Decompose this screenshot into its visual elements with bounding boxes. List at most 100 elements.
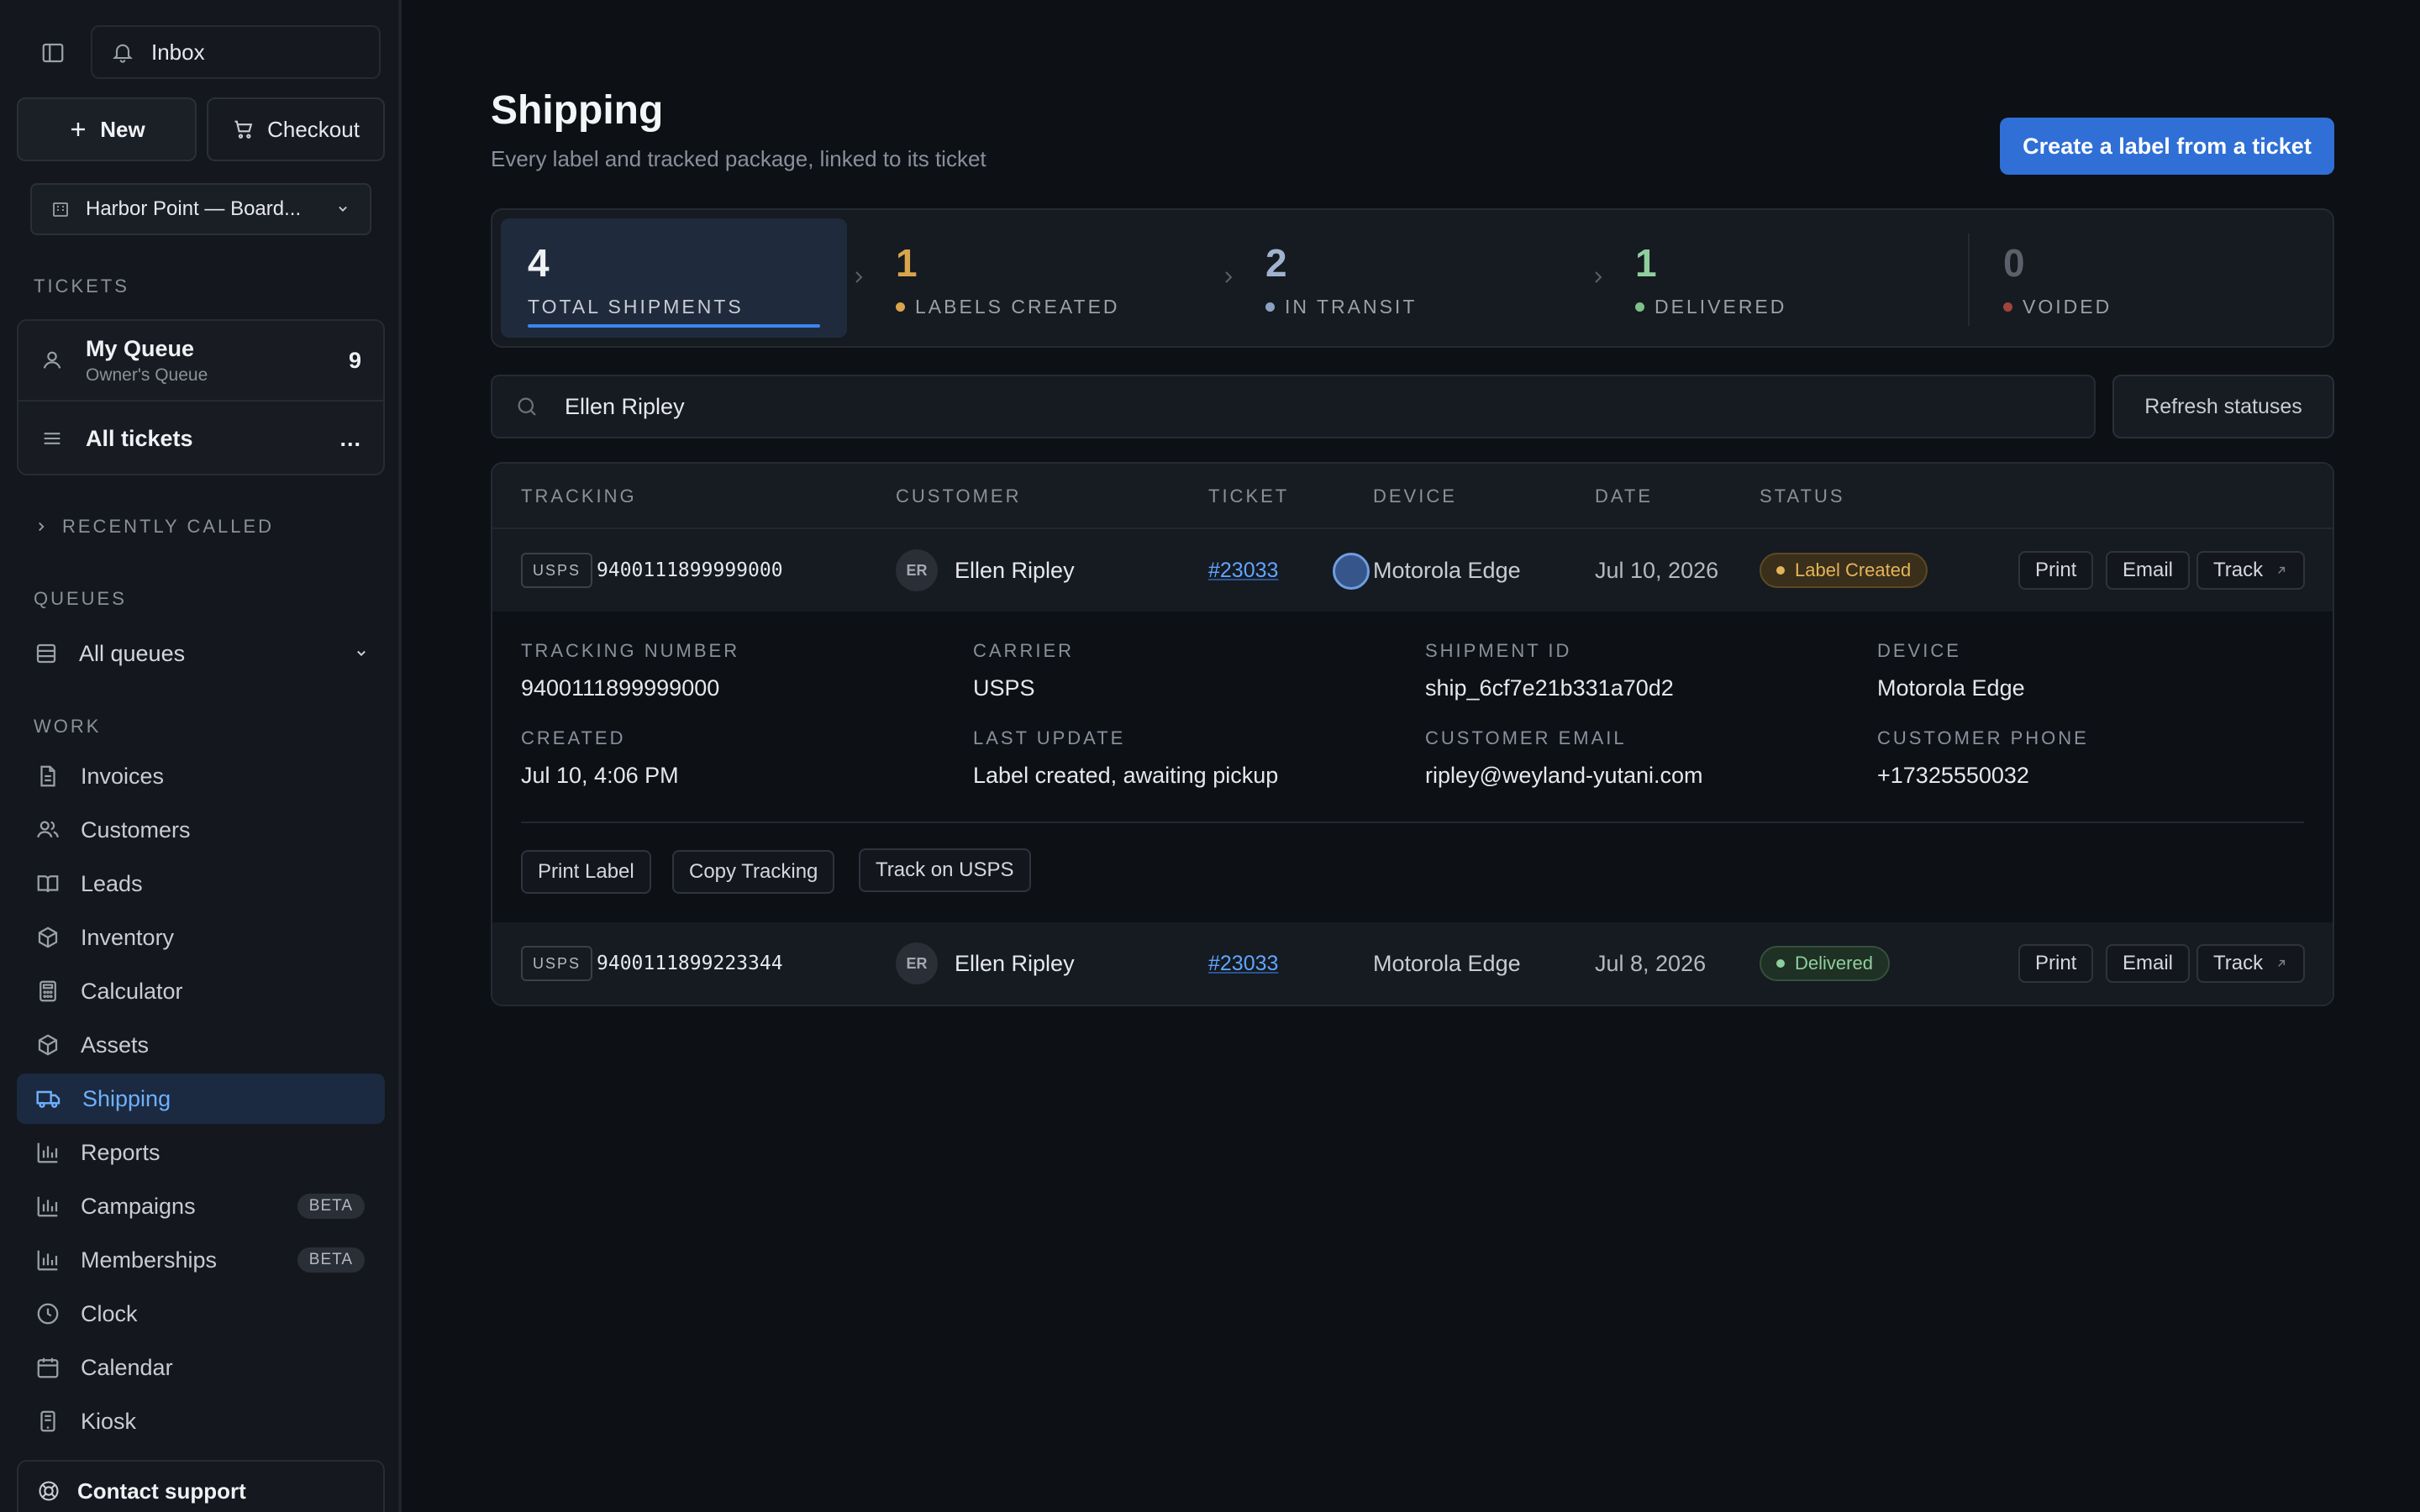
detail-label: SHIPMENT ID (1425, 640, 1572, 661)
carrier-badge: USPS (521, 553, 593, 588)
my-queue-title: My Queue (86, 335, 195, 361)
status-dot (1635, 302, 1644, 312)
status-badge: Delivered (1760, 946, 1890, 981)
track-button[interactable]: Track (2196, 944, 2306, 983)
chevron-down-icon (353, 645, 370, 662)
sidebar-item-inventory[interactable]: Inventory (17, 912, 385, 963)
refresh-statuses-button[interactable]: Refresh statuses (2112, 375, 2334, 438)
detail-label: CUSTOMER PHONE (1877, 727, 2089, 748)
sidebar-item-memberships[interactable]: Memberships BETA (17, 1235, 385, 1285)
contact-support-button[interactable]: Contact support (17, 1460, 385, 1512)
my-queue-item[interactable]: My Queue Owner's Queue 9 (18, 321, 383, 402)
sidebar-item-clock[interactable]: Clock (17, 1289, 385, 1339)
sidebar-item-label: Invoices (81, 763, 165, 789)
stat-value: 0 (2003, 241, 2025, 285)
stat-voided[interactable]: 0 VOIDED (1976, 218, 2321, 338)
column-header-ticket: TICKET (1208, 486, 1290, 507)
sidebar-item-label: Shipping (82, 1085, 171, 1111)
column-header-device: DEVICE (1373, 486, 1457, 507)
table-row[interactable]: USPS 9400111899223344 ER Ellen Ripley #2… (492, 922, 2333, 1005)
detail-label: CARRIER (973, 640, 1075, 661)
store-select[interactable]: Harbor Point — Board... (30, 183, 371, 235)
clock-icon (35, 1301, 60, 1326)
stat-value: 4 (528, 241, 550, 285)
customer-cell: ER Ellen Ripley (896, 549, 1075, 591)
detail-label: CREATED (521, 727, 626, 748)
detail-carrier: USPS (973, 675, 1035, 701)
stat-total-shipments[interactable]: 4 TOTAL SHIPMENTS (501, 218, 847, 338)
track-button[interactable]: Track (2196, 551, 2306, 590)
status-dot (1776, 566, 1785, 575)
chevron-right-icon (1588, 267, 1608, 287)
column-header-customer: CUSTOMER (896, 486, 1022, 507)
stat-in-transit[interactable]: 2 IN TRANSIT (1239, 218, 1583, 338)
chevron-right-icon (1218, 267, 1239, 287)
device-name: Motorola Edge (1373, 951, 1521, 976)
status-badge: Label Created (1760, 553, 1928, 588)
stat-value: 1 (896, 241, 918, 285)
sidebar-item-kiosk[interactable]: Kiosk (17, 1396, 385, 1446)
sidebar-item-invoices[interactable]: Invoices (17, 751, 385, 801)
device-name: Motorola Edge (1373, 558, 1521, 583)
detail-label: TRACKING NUMBER (521, 640, 740, 661)
new-label: New (100, 116, 145, 142)
search-input[interactable]: Ellen Ripley (565, 394, 685, 420)
checkout-label: Checkout (267, 116, 360, 142)
device-indicator-icon (1333, 553, 1370, 590)
external-link-icon (2275, 957, 2288, 970)
sidebar-item-campaigns[interactable]: Campaigns BETA (17, 1181, 385, 1231)
search-field[interactable]: Ellen Ripley (491, 375, 2096, 438)
print-button[interactable]: Print (2018, 944, 2094, 983)
status-text: Delivered (1795, 953, 1873, 974)
tickets-section-label: TICKETS (34, 276, 129, 297)
stat-label-text: TOTAL SHIPMENTS (528, 296, 744, 318)
sidebar-item-label: Reports (81, 1139, 160, 1165)
beta-badge: BETA (297, 1247, 365, 1273)
ticket-link[interactable]: #23033 (1208, 559, 1278, 583)
all-tickets-more-button[interactable]: ... (339, 426, 361, 452)
avatar: ER (896, 549, 938, 591)
recently-called-toggle[interactable]: RECENTLY CALLED (34, 516, 274, 538)
page-title: Shipping (491, 88, 664, 133)
checkout-button[interactable]: Checkout (207, 97, 385, 161)
stat-delivered[interactable]: 1 DELIVERED (1608, 218, 1953, 338)
ticket-link[interactable]: #23033 (1208, 952, 1278, 976)
bar-chart-icon (35, 1247, 60, 1273)
sidebar-item-customers[interactable]: Customers (17, 805, 385, 855)
carrier-badge: USPS (521, 946, 593, 981)
all-queues-select[interactable]: All queues (34, 635, 370, 672)
stat-label-text: IN TRANSIT (1285, 296, 1418, 318)
sidebar-item-reports[interactable]: Reports (17, 1127, 385, 1178)
new-button[interactable]: New (17, 97, 197, 161)
track-on-usps-button[interactable]: Track on USPS (859, 848, 1031, 892)
external-link-icon (2275, 564, 2288, 577)
table-row[interactable]: USPS 9400111899999000 ER Ellen Ripley #2… (492, 529, 2333, 612)
print-button[interactable]: Print (2018, 551, 2094, 590)
print-label-button[interactable]: Print Label (521, 850, 651, 894)
tracking-number: 9400111899999000 (597, 559, 783, 581)
my-queue-subtitle: Owner's Queue (86, 365, 208, 385)
sidebar-item-calculator[interactable]: Calculator (17, 966, 385, 1016)
beta-badge: BETA (297, 1194, 365, 1219)
shipment-date: Jul 8, 2026 (1595, 951, 1707, 976)
copy-tracking-button[interactable]: Copy Tracking (672, 850, 835, 894)
inbox-button[interactable]: Inbox (91, 25, 381, 79)
active-underline (528, 324, 820, 328)
sidebar-item-label: Memberships (81, 1247, 218, 1273)
all-tickets-item[interactable]: All tickets ... (18, 402, 383, 475)
stat-labels-created[interactable]: 1 LABELS CREATED (869, 218, 1213, 338)
bar-chart-icon (35, 1194, 60, 1219)
stat-label-text: DELIVERED (1655, 296, 1787, 318)
sidebar-toggle-icon[interactable] (39, 39, 67, 67)
email-button[interactable]: Email (2106, 944, 2191, 983)
sidebar-item-label: Leads (81, 870, 143, 896)
sidebar-item-leads[interactable]: Leads (17, 858, 385, 909)
detail-label: DEVICE (1877, 640, 1961, 661)
sidebar-item-shipping[interactable]: Shipping (17, 1074, 385, 1124)
sidebar-item-calendar[interactable]: Calendar (17, 1342, 385, 1393)
sidebar-item-assets[interactable]: Assets (17, 1020, 385, 1070)
tracking-number: 9400111899223344 (597, 953, 783, 974)
email-button[interactable]: Email (2106, 551, 2191, 590)
create-label-button[interactable]: Create a label from a ticket (2000, 118, 2334, 175)
sidebar-item-label: Calendar (81, 1354, 173, 1380)
